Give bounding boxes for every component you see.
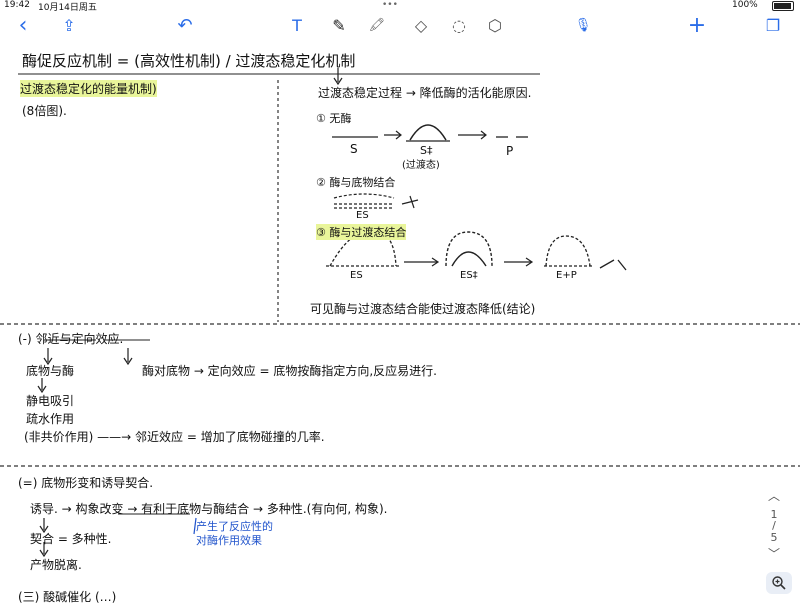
arrow-icon	[384, 130, 402, 140]
left-subnote: (8倍图).	[22, 104, 67, 118]
page-down-icon[interactable]: ﹀	[762, 548, 786, 560]
shape-tool-button[interactable]: ⬡	[484, 15, 506, 37]
add-page-button[interactable]: +	[686, 15, 708, 37]
section-3-blue-note-2: 对酶作用效果	[196, 534, 262, 547]
zoom-button[interactable]	[766, 572, 792, 594]
mic-button[interactable]: 🎙	[572, 15, 594, 37]
arrow-icon	[504, 257, 534, 267]
step-2-label: ② 酶与底物结合	[316, 176, 396, 189]
arrow-icon	[404, 257, 440, 267]
arrow-icon	[458, 130, 487, 140]
status-bar: 19:42 10月14日周五 ••• 100%	[0, 0, 800, 13]
section-2-title: (-) 邻近与定向效应.	[18, 332, 124, 346]
section-2-line-4: 疏水作用	[26, 412, 75, 426]
section-3-line-1: 诱导. → 构象改变 → 有利于底物与酶结合 → 多种性.(有向何, 构象).	[30, 502, 388, 516]
battery-icon	[772, 1, 794, 11]
eraser-tool-button[interactable]: ◇	[410, 15, 432, 37]
left-heading: 过渡态稳定化的能量机制)	[20, 80, 157, 97]
pen-tool-button[interactable]: ✎	[328, 15, 350, 37]
right-line-1: 过渡态稳定过程 → 降低酶的活化能原因.	[318, 86, 532, 100]
label-p: P	[506, 144, 514, 158]
undo-button[interactable]: ↶	[174, 15, 196, 37]
label-e-p: E+P	[556, 270, 577, 281]
total-pages: 5	[770, 531, 778, 544]
label-transition: (过渡态)	[402, 160, 440, 171]
label-s: S	[350, 142, 358, 156]
share-button[interactable]: ⇪	[58, 15, 80, 37]
status-battery: 100%	[732, 0, 758, 10]
section-3-title: (=) 底物形变和诱导契合.	[18, 476, 154, 490]
section-2-line-2: 酶对底物 → 定向效应 = 底物按酶指定方向,反应易进行.	[142, 364, 437, 378]
dots-icon: •••	[382, 0, 398, 10]
page-indicator: ︿ 1 / 5 ﹀	[762, 490, 786, 560]
step-3-label: ③ 酶与过渡态结合	[316, 224, 407, 240]
label-es-1: ES	[356, 210, 369, 221]
highlighter-tool-button[interactable]: 🖍	[366, 15, 388, 37]
section-2-line-3: 静电吸引	[26, 394, 75, 408]
text-tool-button[interactable]: T	[286, 15, 308, 37]
note-title: 酶促反应机制 = (高效性机制) / 过渡态稳定化机制	[22, 52, 356, 70]
section-2-line-5: (非共价作用) ——→ 邻近效应 = 增加了底物碰撞的几率.	[24, 430, 325, 444]
label-es-star: ES‡	[460, 270, 478, 281]
page-overview-button[interactable]: ❐	[762, 15, 784, 37]
note-canvas[interactable]: 酶促反应机制 = (高效性机制) / 过渡态稳定化机制 过渡态稳定化的能量机制)…	[0, 40, 800, 604]
step-1-label: ① 无酶	[316, 112, 352, 125]
label-es-2: ES	[350, 270, 363, 281]
page-up-icon[interactable]: ︿	[762, 490, 786, 502]
right-conclusion: 可见酶与过渡态结合能使过渡态降低(结论)	[310, 302, 536, 316]
section-2-line-1: 底物与酶	[26, 364, 75, 378]
section-3-line-3: 产物脱离.	[30, 558, 82, 572]
status-time: 19:42	[4, 0, 30, 10]
note-toolbar: ‹ ⇪ ↶ T ✎ 🖍 ◇ ◌ ⬡ 🎙 + ❐	[0, 12, 800, 40]
section-3-line-2: 契合 = 多种性.	[30, 532, 112, 546]
section-4-title: (三) 酸碱催化 (…)	[18, 590, 117, 604]
zoom-icon	[772, 576, 786, 590]
lasso-tool-button[interactable]: ◌	[448, 15, 470, 37]
back-button[interactable]: ‹	[12, 15, 34, 37]
page-separator: /	[772, 519, 776, 532]
